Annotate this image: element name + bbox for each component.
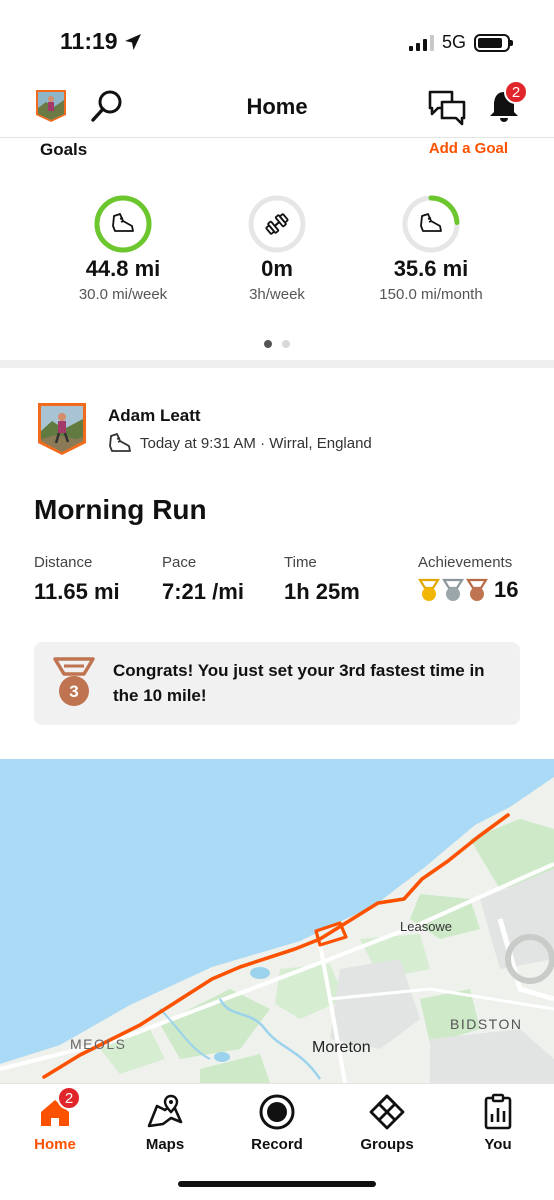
achievement-text: Congrats! You just set your 3rd fastest … [113,661,485,705]
tab-groups[interactable]: Groups [342,1092,432,1153]
goal-target: 150.0 mi/month [379,286,483,303]
activity-title[interactable]: Morning Run [34,494,207,526]
tab-label: You [484,1136,512,1153]
messages-button[interactable] [426,86,468,128]
tab-label: Maps [145,1136,185,1153]
profile-avatar-button[interactable] [34,88,68,124]
goal-target: 30.0 mi/week [78,286,168,303]
run-shoe-icon [109,433,131,452]
achievement-count: 16 [494,577,519,602]
tab-label: Record [251,1136,303,1153]
goals-title: Goals [40,140,88,159]
record-icon [259,1094,295,1130]
clock-label: 11:19 [60,28,118,54]
athlete-avatar-icon [38,403,86,455]
location-arrow-icon [124,33,141,50]
stat-distance: Distance 11.65 mi [34,554,120,605]
tab-label: Groups [360,1136,414,1153]
home-indicator[interactable] [178,1181,376,1187]
map-label-moreton: Moreton [312,1039,371,1056]
goals-section: Goals Add a Goal 44.8 mi 30.0 mi/week 0m… [0,138,554,360]
goal-value: 35.6 mi [393,256,469,281]
goals-pager-dots[interactable] [0,340,554,348]
app-header: Home 2 [0,80,554,138]
tab-label: Home [34,1136,76,1153]
activity-map[interactable]: Leasowe BIDSTON MEOLS Moreton [0,759,554,1083]
section-divider [0,360,554,368]
map-label-bidston: BIDSTON [450,1016,522,1032]
achievement-medals: 16 [418,577,518,603]
stat-label: Time [284,554,317,571]
bronze-medal-icon [466,578,488,601]
goal-target: 3h/week [249,286,305,303]
tab-home[interactable]: 2 Home [10,1086,100,1153]
chat-bubbles-icon [428,90,466,126]
pager-dot[interactable] [264,340,272,348]
activity-meta: Today at 9:31 AM · Wirral, England [108,432,372,454]
cell-signal-icon [408,34,434,51]
goal-progress-ring [248,195,306,253]
status-time: 11:19 [60,28,142,55]
activity-meta-text: Today at 9:31 AM · Wirral, England [140,434,372,452]
map-label-leasowe: Leasowe [400,919,452,934]
stat-time: Time 1h 25m [284,554,360,605]
goal-progress-ring [94,195,152,253]
tab-record[interactable]: Record [232,1092,322,1153]
gold-medal-icon [418,578,440,601]
map-icon [147,1094,183,1128]
dumbbell-icon [265,213,289,235]
activity-stats: Distance 11.65 mi Pace 7:21 /mi Time 1h … [34,554,524,610]
add-goal-link[interactable]: Add a Goal [429,140,508,157]
search-icon [91,90,122,122]
pager-dot[interactable] [282,340,290,348]
map-label-meols: MEOLS [70,1036,127,1052]
goal-weekly-run[interactable]: 44.8 mi 30.0 mi/week [43,194,203,303]
goal-progress-ring [402,195,460,253]
bronze-medal-icon: 3 [53,657,95,706]
groups-icon [369,1094,405,1130]
stat-label: Achievements [418,554,513,571]
stat-label: Distance [34,554,93,571]
profile-stats-icon [484,1093,512,1130]
status-indicators: 5G [408,32,513,53]
search-button[interactable] [88,86,128,126]
stat-label: Pace [162,554,197,571]
run-shoe-icon [112,213,134,232]
home-badge: 2 [57,1086,81,1110]
athlete-avatar[interactable] [36,401,88,457]
profile-avatar-icon [36,90,66,122]
status-bar: 11:19 5G [0,0,554,80]
silver-medal-icon [442,578,464,601]
stat-value: 1h 25m [284,579,360,604]
stat-value: 11.65 mi [34,579,120,604]
stat-pace: Pace 7:21 /mi [162,554,244,605]
goal-weekly-training[interactable]: 0m 3h/week [197,194,357,303]
battery-icon [474,33,513,52]
stat-value: 7:21 /mi [162,579,244,604]
stat-achievements: Achievements 16 [418,554,518,603]
run-shoe-icon [420,213,442,232]
athlete-name[interactable]: Adam Leatt [108,406,201,426]
goal-value: 0m [261,256,293,281]
tab-you[interactable]: You [453,1092,543,1153]
network-label: 5G [441,32,466,52]
goal-value: 44.8 mi [85,256,161,281]
tab-maps[interactable]: Maps [120,1092,210,1153]
map-canvas: Leasowe BIDSTON MEOLS Moreton [0,759,554,1083]
notification-badge: 2 [504,80,528,104]
notifications-button[interactable]: 2 [484,80,528,126]
page-title: Home [246,94,308,119]
medal-rank: 3 [69,682,78,701]
achievement-banner[interactable]: 3 Congrats! You just set your 3rd fastes… [34,642,520,725]
goal-monthly-run[interactable]: 35.6 mi 150.0 mi/month [351,194,511,303]
